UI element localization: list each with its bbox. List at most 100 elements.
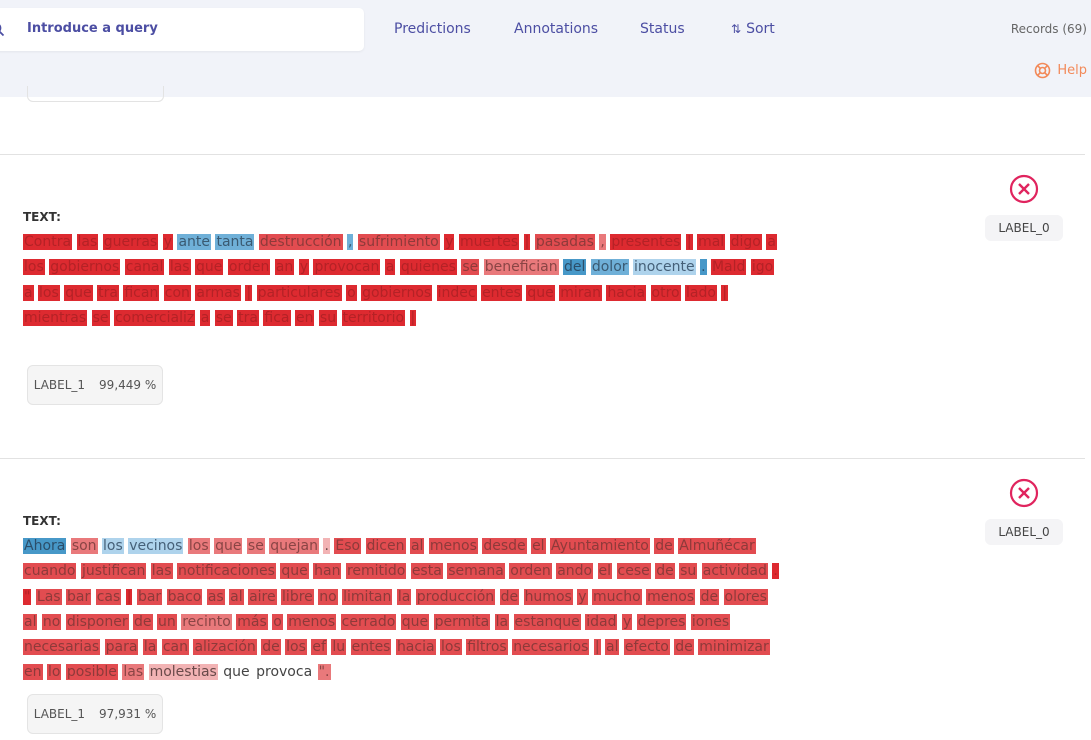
token: que: [526, 284, 555, 301]
search-box[interactable]: [0, 8, 364, 51]
token: Mald: [710, 259, 747, 276]
token: para: [104, 639, 139, 656]
token: ef: [311, 639, 327, 656]
token: remitido: [345, 563, 407, 580]
token: la: [396, 588, 412, 605]
record-divider: [0, 154, 1085, 155]
token: han: [313, 563, 342, 580]
prediction-score: 99,449 %: [99, 378, 157, 392]
token: ,: [347, 234, 354, 250]
token: ante: [177, 234, 211, 250]
token: tanta: [215, 234, 255, 250]
token: an: [274, 259, 295, 276]
token: menos: [646, 588, 696, 605]
token: al: [605, 639, 620, 656]
token: más: [236, 613, 268, 630]
token: tra: [97, 284, 119, 301]
status-filter[interactable]: Status: [640, 21, 685, 37]
help-button[interactable]: Help: [1034, 62, 1087, 79]
token: cerrado: [340, 613, 397, 630]
token: filtros: [466, 639, 508, 656]
text-heading: TEXT:: [23, 210, 61, 224]
token: Ayuntamiento: [550, 538, 650, 554]
token: ".: [317, 664, 331, 681]
token: en: [294, 309, 315, 326]
annotations-filter[interactable]: Annotations: [514, 21, 598, 37]
token: los: [440, 639, 462, 656]
token: mal: [697, 234, 726, 250]
discard-icon[interactable]: [1009, 478, 1039, 508]
token: las: [168, 259, 191, 276]
sort-button[interactable]: ⇅ Sort: [731, 21, 775, 37]
token: las: [76, 234, 99, 250]
record-divider: [0, 458, 1085, 459]
token: se: [214, 309, 233, 326]
discard-icon[interactable]: [1009, 174, 1039, 204]
token: un: [157, 613, 177, 630]
token: ,: [599, 234, 606, 250]
top-toolbar: Predictions Annotations Status ⇅ Sort Rec…: [0, 0, 1091, 97]
token: ando: [556, 563, 594, 580]
token: |: [721, 284, 729, 301]
token: la: [142, 639, 158, 656]
token: cas: [95, 588, 122, 605]
token: que: [400, 613, 430, 630]
token: de: [699, 588, 720, 605]
token: provocan: [313, 259, 381, 276]
token: actividad: [701, 563, 768, 580]
token: gobiernos: [49, 259, 121, 276]
token: fican: [123, 284, 160, 301]
token: desde: [482, 538, 527, 554]
token: dicen: [365, 538, 406, 554]
help-label: Help: [1057, 63, 1087, 78]
lifebuoy-icon: [1035, 62, 1051, 79]
token: benefician: [483, 259, 559, 276]
token: no: [41, 613, 62, 630]
predictions-filter[interactable]: Predictions: [394, 21, 471, 37]
token: no: [318, 588, 338, 605]
token: |: [523, 234, 531, 250]
token: .: [772, 563, 779, 580]
annotation-label-chip[interactable]: LABEL_0: [985, 519, 1063, 545]
search-input[interactable]: [27, 21, 327, 36]
token: |: [409, 309, 417, 326]
token: de: [654, 538, 674, 554]
token: entes: [350, 639, 392, 656]
text-heading: TEXT:: [23, 514, 61, 528]
token: provoca: [256, 664, 313, 681]
token-text: Ahora son los vecinos los que se quejan …: [23, 534, 783, 686]
token: comercializ: [113, 309, 196, 326]
search-icon: [0, 24, 5, 37]
sort-label: Sort: [746, 21, 775, 37]
token: lo: [46, 664, 62, 681]
annotation-label-chip[interactable]: LABEL_0: [985, 215, 1063, 241]
token: al: [23, 613, 38, 630]
sort-icon: ⇅: [731, 22, 742, 36]
token: aire: [248, 588, 277, 605]
token: entes: [481, 284, 522, 301]
token: libre: [281, 588, 314, 605]
prediction-badge: LABEL_1 97,931 %: [27, 694, 163, 734]
token: que: [223, 664, 250, 681]
token: a: [384, 259, 396, 276]
token: olores: [723, 588, 768, 605]
token: mucho: [592, 588, 642, 605]
token: al: [409, 538, 425, 554]
token: menos: [287, 613, 337, 630]
token: o: [272, 613, 283, 630]
token: de: [499, 588, 520, 605]
token: humos: [523, 588, 573, 605]
token: producción: [415, 588, 496, 605]
token: que: [214, 538, 243, 554]
token: al: [229, 588, 244, 605]
token: orden: [509, 563, 552, 580]
token: los: [285, 639, 307, 656]
token: tra: [237, 309, 259, 326]
previous-prediction-badge: [27, 86, 164, 102]
token: a: [23, 284, 34, 301]
token: se: [91, 309, 110, 326]
prediction-badge: LABEL_1 99,449 %: [27, 365, 163, 405]
token: idad: [585, 613, 618, 630]
token: notificaciones: [177, 563, 276, 580]
token: armas: [195, 284, 241, 301]
